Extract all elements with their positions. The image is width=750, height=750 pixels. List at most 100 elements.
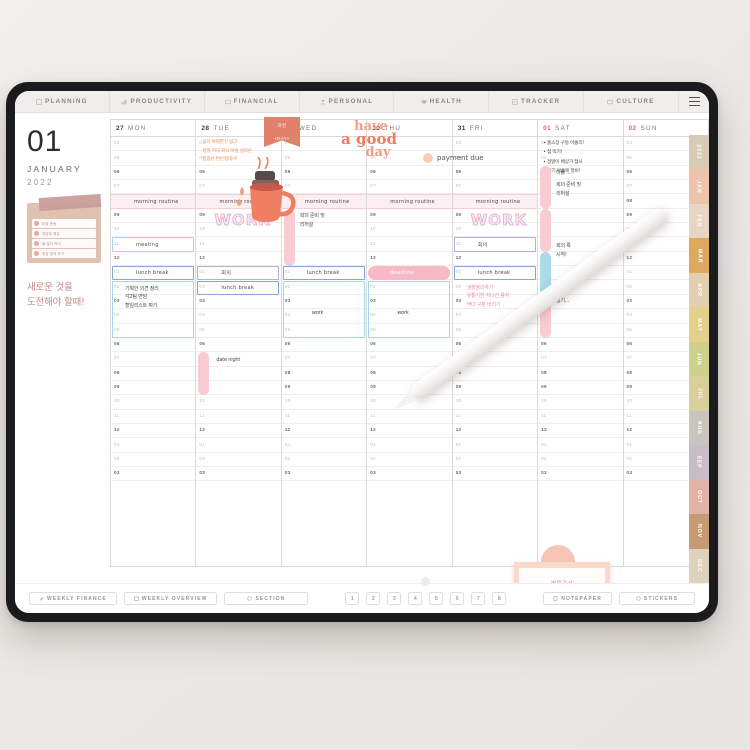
time-slot[interactable]: 12 (367, 424, 451, 438)
time-slot[interactable]: 11 (367, 410, 451, 424)
month-tab-nov[interactable]: NOV (689, 514, 709, 548)
time-slot[interactable]: 02 (111, 453, 195, 467)
time-slot[interactable]: 12 (367, 252, 451, 266)
time-slot[interactable]: 05 (196, 324, 280, 338)
time-slot[interactable]: 11 (282, 410, 366, 424)
time-slot[interactable]: 06 (538, 338, 622, 352)
day-column-thu[interactable]: 30THU04050607080910111201020304050607080… (367, 120, 452, 566)
month-tab-mar[interactable]: MAR (689, 238, 709, 272)
time-slot[interactable]: 07 (367, 180, 451, 194)
time-slot[interactable]: 07 (453, 180, 537, 194)
time-slot[interactable]: 06 (282, 338, 366, 352)
month-tab-jul[interactable]: JUL (689, 376, 709, 410)
month-tab-oct[interactable]: OCT (689, 480, 709, 514)
time-slot[interactable]: 03 (538, 467, 622, 481)
time-slot[interactable]: 01 (111, 438, 195, 452)
time-slot[interactable]: 08 (196, 367, 280, 381)
time-slot[interactable]: 09 (453, 381, 537, 395)
time-slot[interactable]: 01 (367, 438, 451, 452)
time-slot[interactable]: 09 (282, 381, 366, 395)
time-slot[interactable]: 04 (111, 137, 195, 151)
time-slot[interactable]: 04 (453, 137, 537, 151)
month-tab-apr[interactable]: APR (689, 273, 709, 307)
time-slot[interactable]: 08 (282, 367, 366, 381)
memo-item[interactable]: 취침 일찍 자기 (32, 249, 96, 258)
time-slot[interactable]: 03 (196, 295, 280, 309)
time-slot[interactable]: 12 (453, 424, 537, 438)
memo-item[interactable]: 영양제 챙김 (32, 229, 96, 238)
time-slot[interactable]: 09 (196, 381, 280, 395)
time-slot[interactable]: 12 (538, 424, 622, 438)
time-slot[interactable]: 06 (111, 338, 195, 352)
time-slot[interactable]: 11 (111, 410, 195, 424)
time-slot[interactable]: 05 (111, 151, 195, 165)
time-slot[interactable]: 06 (367, 338, 451, 352)
time-slot[interactable]: 03 (282, 467, 366, 481)
time-slot[interactable]: 08 (111, 367, 195, 381)
stickers-button[interactable]: STICKERS (619, 592, 695, 605)
weekly-overview-button[interactable]: WEEKLY OVERVIEW (124, 592, 218, 605)
memo-card[interactable]: 아침 운동 영양제 챙김 물 많이 먹기 취침 일찍 자기 (27, 203, 101, 263)
time-slot[interactable]: 12 (111, 252, 195, 266)
time-slot[interactable]: 02 (367, 453, 451, 467)
page-button-1[interactable]: 1 (345, 592, 359, 605)
nav-item-planning[interactable]: PLANNING (15, 91, 110, 112)
time-slot[interactable]: 11 (367, 237, 451, 251)
time-slot[interactable]: 12 (196, 252, 280, 266)
month-tab-jun[interactable]: JUN (689, 342, 709, 376)
time-slot[interactable]: 12 (453, 252, 537, 266)
month-tab-sep[interactable]: SEP (689, 445, 709, 479)
weekly-finance-button[interactable]: WEEKLY FINANCE (29, 592, 117, 605)
page-button-6[interactable]: 6 (450, 592, 464, 605)
time-slot[interactable]: 01 (196, 438, 280, 452)
time-slot[interactable]: 11 (196, 410, 280, 424)
time-slot[interactable]: 03 (196, 467, 280, 481)
time-slot[interactable]: 10 (111, 395, 195, 409)
time-slot[interactable]: 06 (111, 166, 195, 180)
page-button-7[interactable]: 7 (471, 592, 485, 605)
time-slot[interactable]: 10 (111, 223, 195, 237)
month-tab-dec[interactable]: DEC (689, 549, 709, 583)
time-slot[interactable]: 09 (367, 209, 451, 223)
time-slot[interactable]: 07 (538, 352, 622, 366)
time-slot[interactable]: 06 (196, 338, 280, 352)
time-slot[interactable]: 11 (196, 237, 280, 251)
month-tab-aug[interactable]: AUG (689, 411, 709, 445)
time-slot[interactable]: 10 (538, 395, 622, 409)
month-tab-may[interactable]: MAY (689, 307, 709, 341)
time-slot[interactable]: 12 (282, 424, 366, 438)
nav-item-health[interactable]: HEALTH (394, 91, 489, 112)
time-slot[interactable]: 01 (282, 438, 366, 452)
time-slot[interactable]: 07 (111, 180, 195, 194)
time-slot[interactable]: 01 (453, 438, 537, 452)
time-slot[interactable]: 04 (196, 309, 280, 323)
month-tab-jan[interactable]: JAN (689, 169, 709, 203)
time-slot[interactable]: 02 (282, 453, 366, 467)
day-column-sat[interactable]: 01SAT04050607080910111201020304050607080… (538, 120, 623, 566)
time-slot[interactable]: 12 (196, 424, 280, 438)
time-slot[interactable]: 01 (538, 438, 622, 452)
nav-item-personal[interactable]: PERSONAL (300, 91, 395, 112)
nav-item-productivity[interactable]: PRODUCTIVITY (110, 91, 205, 112)
time-slot[interactable]: 03 (453, 467, 537, 481)
page-button-2[interactable]: 2 (366, 592, 380, 605)
time-slot[interactable]: 03 (111, 467, 195, 481)
time-slot[interactable]: 02 (196, 453, 280, 467)
memo-item[interactable]: 아침 운동 (32, 219, 96, 228)
section-button[interactable]: SECTION (224, 592, 308, 605)
day-column-mon[interactable]: 27MON04050607080910111201020304050607080… (111, 120, 196, 566)
page-button-4[interactable]: 4 (408, 592, 422, 605)
time-slot[interactable]: 06 (367, 166, 451, 180)
time-slot[interactable]: 08 (538, 367, 622, 381)
month-tab-2022[interactable]: 2022 (689, 135, 709, 169)
memo-item[interactable]: 물 많이 먹기 (32, 239, 96, 248)
time-slot[interactable]: 09 (538, 381, 622, 395)
nav-item-tracker[interactable]: TRACKER (489, 91, 584, 112)
time-slot[interactable]: 06 (453, 166, 537, 180)
hamburger-icon[interactable] (679, 91, 709, 112)
time-slot[interactable]: 11 (538, 410, 622, 424)
time-slot[interactable]: 12 (111, 424, 195, 438)
time-slot[interactable]: 10 (196, 395, 280, 409)
page-button-8[interactable]: 8 (492, 592, 506, 605)
time-slot[interactable]: 08 (453, 367, 537, 381)
